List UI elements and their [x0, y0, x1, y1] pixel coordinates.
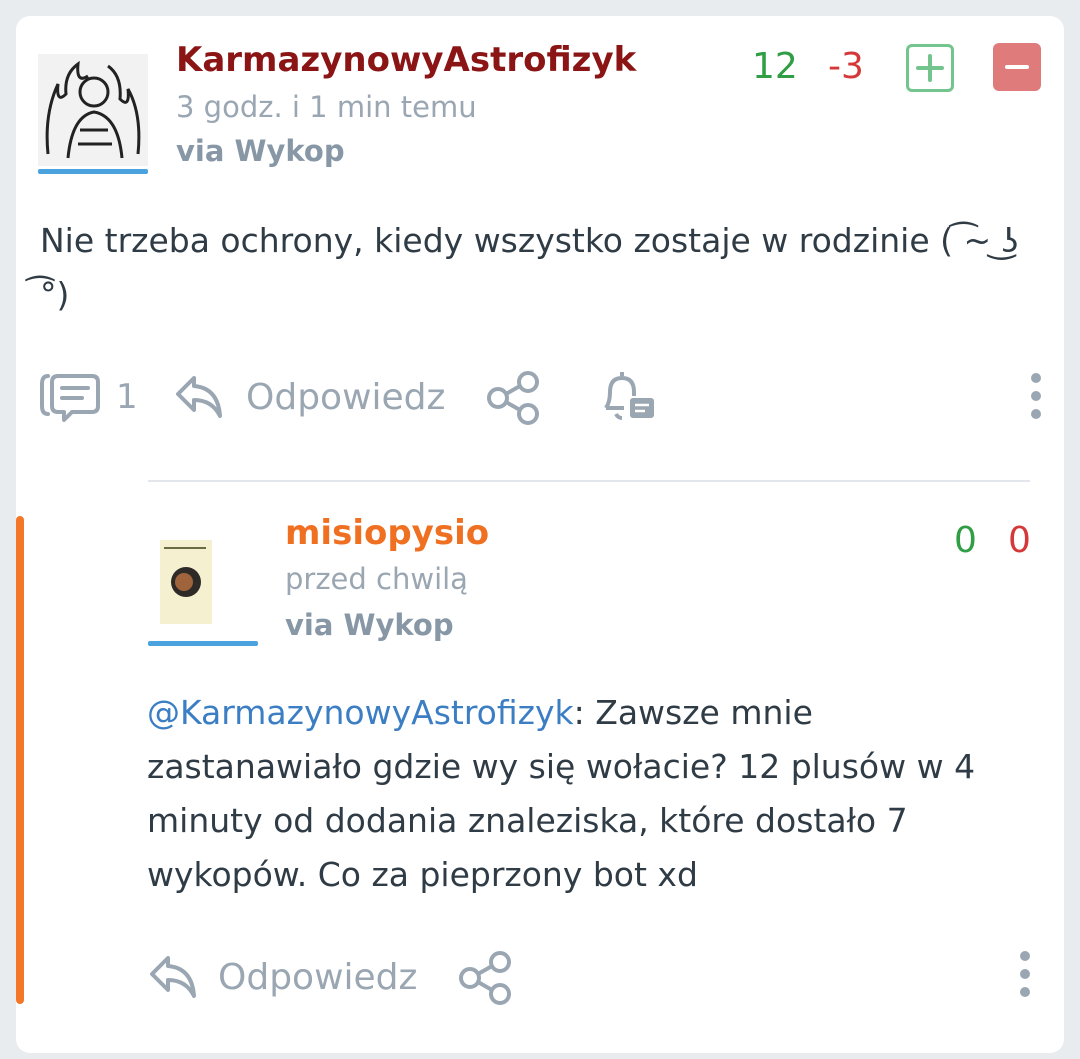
post-time[interactable]: 3 godz. i 1 min temu — [176, 90, 477, 124]
reply-votes-plus: 0 — [954, 520, 977, 561]
post-votes-plus: 12 — [752, 46, 798, 87]
comments-count: 1 — [116, 377, 138, 417]
reply-reply-button[interactable]: Odpowiedz — [146, 950, 417, 1004]
more-vertical-icon — [1031, 373, 1041, 419]
reply-reply-label: Odpowiedz — [218, 956, 418, 998]
reply-content: @KarmazynowyAstrofizyk: Zawsze mnie zast… — [147, 686, 1027, 902]
avatar-underline — [38, 169, 148, 174]
avatar-underline — [148, 641, 258, 646]
reply-votes-minus: 0 — [1008, 520, 1031, 561]
entry-card: KarmazynowyAstrofizyk 3 godz. i 1 min te… — [16, 16, 1064, 1053]
post-votes-minus: -3 — [828, 46, 864, 87]
share-icon — [459, 951, 511, 1005]
reply-label: Odpowiedz — [246, 376, 446, 418]
reply-more-button[interactable] — [1015, 950, 1035, 998]
post-content: Nie trzeba ochrony, kiedy wszystko zosta… — [40, 221, 1019, 314]
reply-author[interactable]: misiopysio — [285, 513, 489, 553]
notify-button[interactable] — [598, 368, 658, 426]
more-vertical-icon — [1020, 951, 1030, 997]
reply-arrow-icon — [150, 956, 196, 998]
post-avatar[interactable] — [38, 54, 148, 174]
share-button[interactable] — [484, 370, 542, 426]
plus-square-icon — [916, 54, 944, 82]
reply-mention-link[interactable]: @KarmazynowyAstrofizyk — [147, 693, 574, 732]
post-via[interactable]: via Wykop — [176, 134, 345, 168]
reply-button[interactable]: Odpowiedz — [172, 370, 445, 424]
comments-button[interactable]: 1 — [38, 370, 138, 424]
reply-accent-bar — [16, 516, 24, 1004]
minus-square-icon — [1005, 65, 1029, 69]
share-icon — [487, 371, 539, 425]
reply-avatar[interactable] — [148, 536, 258, 646]
post-more-button[interactable] — [1026, 372, 1046, 420]
replies-divider — [148, 480, 1030, 482]
vote-up-button[interactable] — [906, 44, 954, 92]
reply-via[interactable]: via Wykop — [285, 608, 454, 642]
reply-arrow-icon — [176, 376, 222, 418]
bell-icon — [604, 372, 654, 420]
avatar-image — [38, 54, 148, 166]
comments-icon — [40, 374, 100, 422]
avatar-image — [148, 536, 258, 640]
reply-share-button[interactable] — [456, 950, 514, 1006]
vote-down-button[interactable] — [993, 43, 1041, 91]
post-author[interactable]: KarmazynowyAstrofizyk — [176, 40, 636, 80]
reply-time[interactable]: przed chwilą — [285, 562, 468, 596]
